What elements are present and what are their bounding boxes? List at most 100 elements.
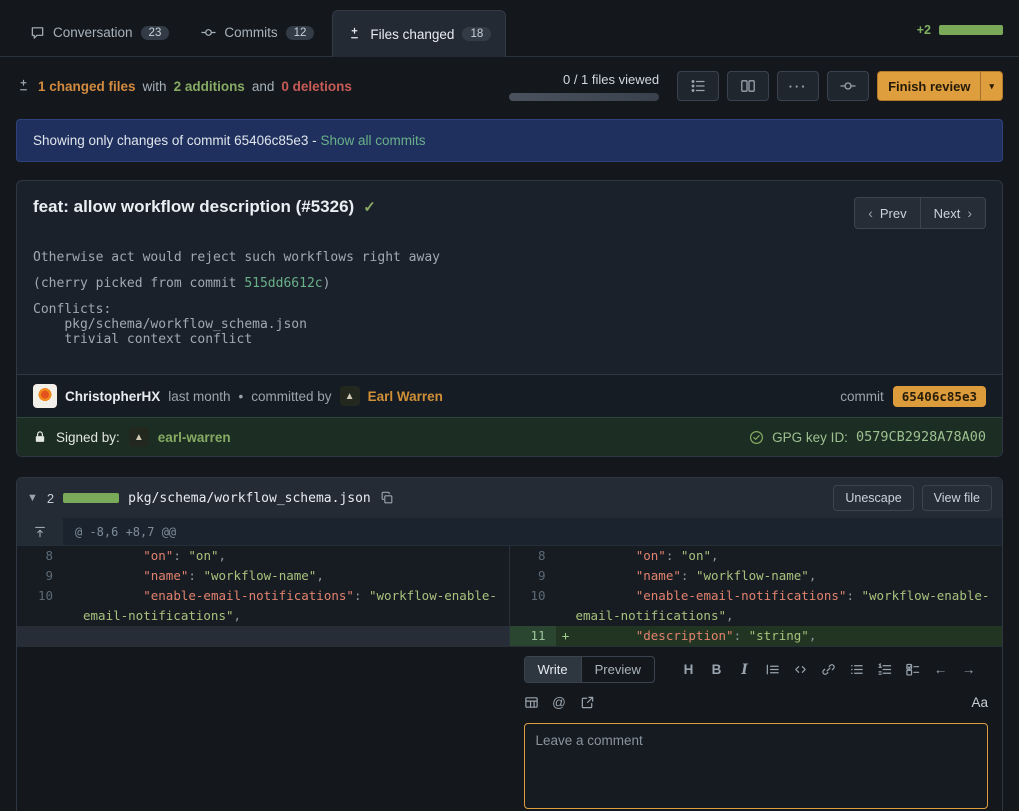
text-size-toggle[interactable]: Aa [971,695,988,710]
next-commit-button[interactable]: Next› [921,197,986,229]
commit-filter-banner: Showing only changes of commit 65406c85e… [16,119,1003,162]
prev-label: Prev [880,206,907,221]
diff-line-number[interactable]: 11 [510,626,556,646]
bullet-list-icon[interactable] [849,662,864,678]
split-view-toggle-button[interactable] [727,71,769,101]
diff-line-number[interactable]: 10 [17,586,63,626]
pr-tabs: Conversation 23 Commits 12 Files changed… [16,0,506,56]
quote-icon[interactable] [765,662,780,678]
status-check-icon[interactable]: ✓ [363,198,376,216]
tab-conversation[interactable]: Conversation 23 [16,9,183,56]
commit-signature-row: Signed by: ▲ earl-warren GPG key ID: 057… [17,417,1002,456]
comment-strip-spacer [17,647,510,811]
prev-commit-button[interactable]: ‹Prev [854,197,920,229]
diff-line-number[interactable]: 9 [510,566,556,586]
cherry-prefix: (cherry picked from commit [33,276,244,291]
commit-sha-badge[interactable]: 65406c85e3 [893,386,986,407]
lock-icon [33,430,47,444]
finish-review-button[interactable]: Finish review ▾ [877,71,1003,101]
copy-filename-icon[interactable] [380,491,394,505]
changed-files-link[interactable]: 1 changed files [38,79,136,94]
table-icon[interactable] [524,694,539,710]
file-name[interactable]: pkg/schema/workflow_schema.json [128,491,371,506]
files-viewed-bar [509,93,659,101]
diffstat-added-label: +2 [917,23,931,37]
arrow-left-icon[interactable]: ← [933,662,948,678]
gpg-key-group: GPG key ID: 0579CB2928A78A00 [749,429,986,445]
mention-icon[interactable]: @ [552,694,567,710]
diff-line-sign [556,566,576,586]
editor-toolbar-row1: Write Preview H B I [524,656,989,683]
link-icon[interactable] [821,662,836,678]
committer-avatar[interactable]: ▲ [340,386,360,406]
diff-file-header: ▼ 2 pkg/schema/workflow_schema.json Unes… [17,478,1002,518]
collapse-file-icon[interactable]: ▼ [27,492,38,504]
committed-by-text: committed by [251,389,331,404]
diff-file-box: ▼ 2 pkg/schema/workflow_schema.json Unes… [16,477,1003,811]
show-all-commits-link[interactable]: Show all commits [320,133,425,148]
banner-text: Showing only changes of commit 65406c85e… [33,133,320,148]
diff-line-number[interactable]: 10 [510,586,556,626]
diff-line-number[interactable]: 8 [17,546,63,566]
diff-code-line: "on": "on", [83,546,509,566]
diff-code-line: "name": "workflow-name", [83,566,509,586]
diff-code-line: "name": "workflow-name", [576,566,1003,586]
tab-write[interactable]: Write [525,657,581,682]
editor-toolbar-row2: @ Aa [524,694,989,710]
diff-line-sign: + [556,626,576,646]
editor-tabs: Write Preview [524,656,655,683]
tab-label: Files changed [370,27,454,42]
tab-files-changed[interactable]: Files changed 18 [332,10,506,57]
diffstat-bar [939,25,1003,35]
changed-files-summary: 1 changed files with 2 additions and 0 d… [16,79,352,94]
code-icon[interactable] [793,662,808,678]
commit-select-button[interactable] [827,71,869,101]
diff-code-line: "description": "string", [576,626,1003,646]
italic-icon[interactable]: I [737,662,752,678]
view-file-button[interactable]: View file [922,485,992,511]
author-avatar[interactable] [33,384,57,408]
diff-line-number[interactable]: 8 [510,546,556,566]
diff-row: 11+ "description": "string", [17,626,1002,646]
diff-code-line: "on": "on", [576,546,1003,566]
signer-link[interactable]: earl-warren [158,430,231,445]
diff-line-number[interactable]: 9 [17,566,63,586]
diff-options-button[interactable]: ··· [777,71,819,101]
comment-textarea[interactable] [524,723,989,809]
heading-icon[interactable]: H [681,662,696,678]
cherry-pick-sha-link[interactable]: 515dd6612c [244,276,322,291]
diff-empty-cell [17,626,510,646]
tab-commits[interactable]: Commits 12 [187,9,328,56]
signed-by-label: Signed by: [56,430,120,445]
file-addition-count: 2 [47,491,54,506]
file-diffstat-bar [63,493,119,503]
numbered-list-icon[interactable] [877,662,892,678]
hunk-header-row: @ -8,6 +8,7 @@ [17,518,1002,546]
bold-icon[interactable]: B [709,662,724,678]
files-viewed-label: 0 / 1 files viewed [563,72,659,87]
tab-label: Conversation [53,25,133,40]
arrow-right-icon[interactable]: → [961,662,976,678]
file-actions: Unescape View file [833,485,992,511]
gpg-key-label: GPG key ID: [772,430,848,445]
commit-icon [201,25,216,40]
diff-summary-row: 1 changed files with 2 additions and 0 d… [16,71,1003,101]
diff-toolbar: 0 / 1 files viewed ··· Finish review ▾ [509,71,1003,101]
diff-code-line: "enable-email-notifications": "workflow-… [576,586,1003,626]
signer-avatar[interactable]: ▲ [129,427,149,447]
reference-icon[interactable] [580,694,595,710]
inline-comment-strip: Write Preview H B I [17,646,1002,811]
expand-hunk-button[interactable] [17,518,63,545]
author-name[interactable]: ChristopherHX [65,389,160,404]
and-text: and [252,79,275,94]
unescape-button[interactable]: Unescape [833,485,913,511]
ellipsis-icon: ··· [789,79,808,94]
chevron-right-icon: › [967,205,972,221]
tab-preview[interactable]: Preview [581,657,654,682]
diff-line-sign [63,546,83,566]
file-tree-toggle-button[interactable] [677,71,719,101]
task-list-icon[interactable] [905,662,920,678]
committer-name[interactable]: Earl Warren [368,389,443,404]
diff-table: 8 "on": "on",8 "on": "on",9 "name": "wor… [17,546,1002,646]
cherry-pick-line: (cherry picked from commit 515dd6612c) [33,276,986,291]
